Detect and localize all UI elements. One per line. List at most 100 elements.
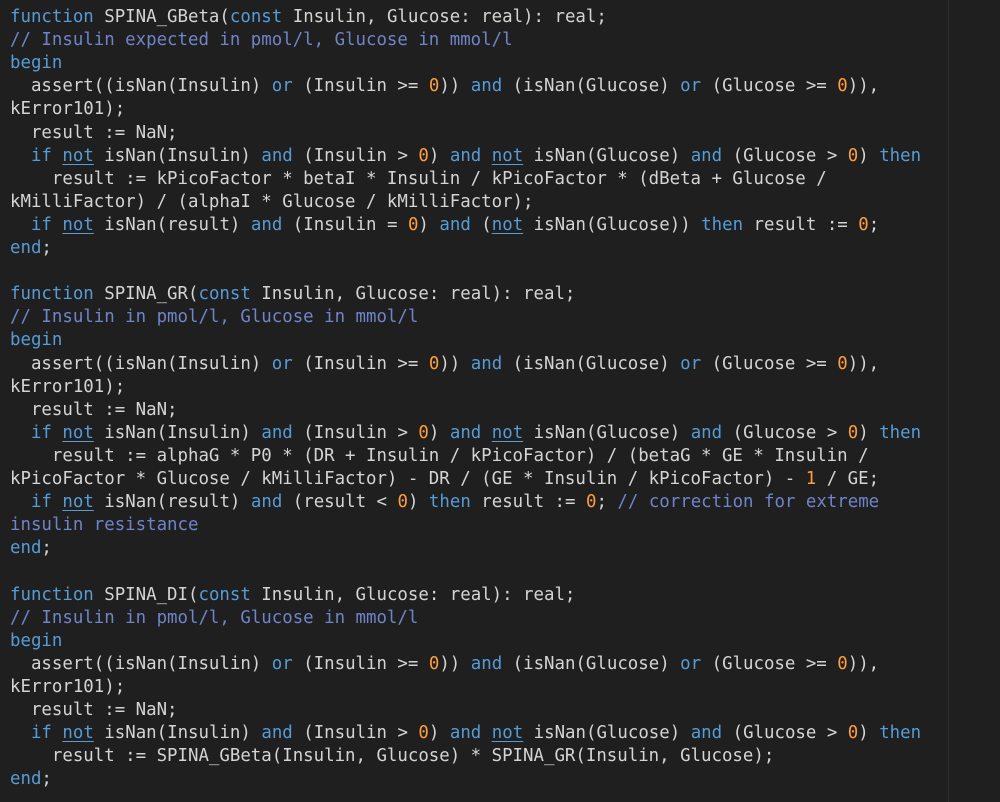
code-editor[interactable]: function SPINA_GBeta(const Insulin, Gluc… (0, 0, 1000, 802)
code-number: 0 (585, 492, 597, 513)
code-number: 0 (418, 723, 429, 744)
code-keyword: and (690, 145, 723, 166)
code-line[interactable]: function SPINA_DI(const Insulin, Glucose… (10, 584, 575, 607)
code-token: kError101); (10, 99, 126, 120)
code-token: ) (407, 492, 429, 513)
code-line[interactable]: function SPINA_GBeta(const Insulin, Gluc… (10, 6, 607, 29)
code-token: result := alphaG * P0 * (DR + Insulin / … (10, 445, 869, 466)
code-number: 0 (847, 723, 859, 744)
code-line[interactable]: // Insulin expected in pmol/l, Glucose i… (10, 29, 513, 52)
code-line[interactable]: kError101); (10, 676, 125, 699)
code-token: (Glucose >= (701, 76, 838, 97)
code-line[interactable]: if not isNan(Insulin) and (Insulin > 0) … (10, 145, 921, 168)
code-keyword: or (271, 653, 293, 674)
code-line[interactable]: assert((isNan(Insulin) or (Insulin >= 0)… (10, 353, 879, 376)
minimap-gutter[interactable] (948, 0, 1000, 802)
code-line[interactable]: result := alphaG * P0 * (DR + Insulin / … (10, 445, 869, 468)
code-line[interactable]: end; (10, 237, 52, 260)
code-line[interactable]: begin (10, 329, 62, 352)
code-keyword: and (439, 214, 471, 235)
code-token: (isNan(Glucose) (502, 653, 681, 674)
code-line[interactable]: kError101); (10, 98, 125, 121)
code-line[interactable]: if not isNan(Insulin) and (Insulin > 0) … (10, 722, 921, 745)
code-keyword: if (30, 145, 52, 166)
code-line[interactable]: assert((isNan(Insulin) or (Insulin >= 0)… (10, 653, 879, 676)
code-keyword: and (470, 653, 503, 674)
code-token: isNan(Glucose) (523, 145, 691, 166)
code-token: isNan(Insulin) (93, 145, 262, 166)
code-keyword: or (680, 76, 702, 97)
code-keyword: not (491, 145, 524, 166)
code-line[interactable]: end; (10, 537, 52, 560)
code-line[interactable]: insulin resistance (10, 514, 198, 537)
code-keyword: if (30, 214, 52, 235)
code-keyword: if (30, 723, 52, 744)
code-line[interactable]: kMilliFactor) / (alphaI * Glucose / kMil… (10, 191, 534, 214)
code-token: ; (41, 538, 52, 559)
code-token: )) (439, 353, 471, 374)
code-keyword: not (62, 422, 94, 443)
code-line[interactable]: // Insulin in pmol/l, Glucose in mmol/l (10, 607, 418, 630)
code-line[interactable]: assert((isNan(Insulin) or (Insulin >= 0)… (10, 75, 879, 98)
code-token: result := NaN; (10, 700, 178, 720)
code-line[interactable]: result := SPINA_GBeta(Insulin, Glucose) … (10, 745, 774, 768)
code-keyword: and (690, 723, 723, 744)
code-token: isNan(Insulin) (93, 422, 262, 443)
code-keyword: if (30, 422, 52, 443)
code-token: SPINA_GR( (93, 284, 199, 305)
code-token: kError101); (10, 676, 126, 697)
code-token: ; (868, 214, 880, 235)
code-line[interactable]: end; (10, 768, 52, 791)
code-token: Insulin, Glucose: real): real; (250, 584, 576, 605)
code-token: )), (847, 653, 880, 674)
code-line[interactable]: if not isNan(result) and (result < 0) th… (10, 491, 879, 514)
code-line[interactable]: function SPINA_GR(const Insulin, Glucose… (10, 283, 575, 306)
code-line[interactable]: kPicoFactor * Glucose / kMilliFactor) - … (10, 468, 879, 491)
code-token: (Insulin >= (292, 76, 429, 97)
code-token: (Insulin > (292, 723, 419, 744)
code-token: ) (418, 214, 440, 235)
code-token: (isNan(Glucose) (502, 76, 681, 97)
code-token: (Glucose > (722, 422, 848, 443)
code-keyword: not (491, 723, 524, 744)
code-token: assert((isNan(Insulin) (10, 76, 272, 97)
code-line[interactable]: result := NaN; (10, 699, 178, 722)
code-keyword: and (449, 723, 482, 744)
code-token: SPINA_DI( (93, 584, 199, 605)
code-token: ) (858, 145, 880, 166)
code-keyword: and (470, 353, 503, 374)
code-keyword: begin (10, 53, 63, 74)
code-token: (result < (282, 492, 398, 513)
code-keyword: not (62, 492, 94, 513)
code-keyword: and (250, 492, 283, 513)
code-token: ) (428, 422, 450, 443)
code-area[interactable]: function SPINA_GBeta(const Insulin, Gluc… (0, 0, 948, 802)
code-token: ) (428, 145, 450, 166)
code-token: ) (858, 422, 880, 443)
code-token: )) (439, 76, 471, 97)
code-token: ) (428, 723, 450, 744)
code-line[interactable]: result := NaN; (10, 399, 178, 422)
code-keyword: not (62, 145, 94, 166)
code-line[interactable]: if not isNan(result) and (Insulin = 0) a… (10, 214, 879, 237)
code-keyword: then (879, 723, 922, 744)
code-line[interactable]: kError101); (10, 376, 125, 399)
code-line[interactable]: // Insulin in pmol/l, Glucose in mmol/l (10, 306, 418, 329)
code-keyword: end (10, 769, 42, 790)
code-token: (Glucose > (722, 723, 848, 744)
code-number: 0 (418, 422, 429, 443)
code-line[interactable]: result := kPicoFactor * betaI * Insulin … (10, 168, 827, 191)
code-keyword: begin (10, 630, 63, 651)
code-comment: // Insulin in pmol/l, Glucose in mmol/l (10, 307, 419, 328)
code-keyword: and (261, 422, 293, 443)
code-token: (Insulin > (292, 145, 419, 166)
code-line[interactable]: begin (10, 630, 62, 653)
code-line[interactable]: result := NaN; (10, 122, 178, 145)
code-token: ( (470, 214, 492, 235)
code-line[interactable]: if not isNan(Insulin) and (Insulin > 0) … (10, 422, 921, 445)
code-keyword: or (271, 353, 293, 374)
code-keyword: function (10, 7, 94, 27)
code-line[interactable]: begin (10, 52, 62, 75)
